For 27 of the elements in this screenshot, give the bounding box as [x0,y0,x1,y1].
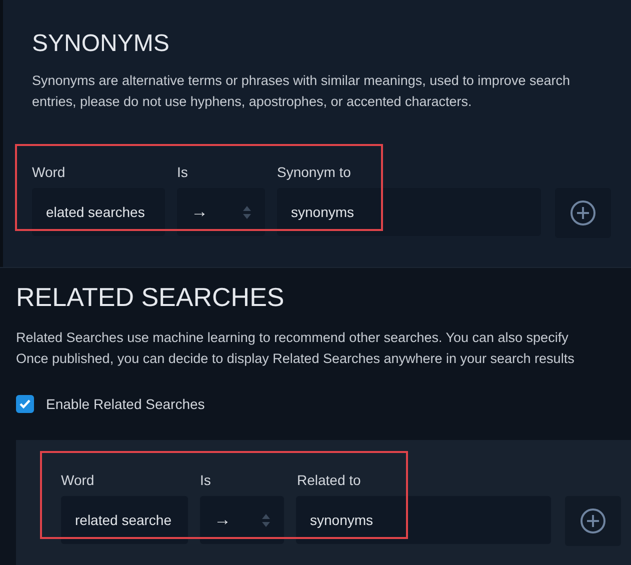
column-label: Is [177,164,189,182]
description-text: Once published, you can decide to display Related Searches anywhere in your search results [16,350,576,368]
column-label: Word [61,472,96,490]
description-text: entries, please do not use hyphens, apostrophes, or accented characters. [32,93,473,111]
checkbox[interactable] [16,395,34,413]
word-field[interactable]: related searche [61,496,188,544]
sort-arrows-icon [262,514,270,526]
target-field[interactable]: synonyms [296,496,551,544]
description-text: Synonyms are alternative terms or phrases with similar meanings, used to improve search [32,72,571,90]
section-title: RELATED SEARCHES [16,282,286,313]
plus-icon [570,200,596,226]
column-label: Is [200,472,212,490]
column-label: Synonym to [277,164,351,182]
add-button[interactable] [565,496,621,546]
description-text: Related Searches use machine learning to recommend other searches. You can also specify [16,329,570,347]
add-button[interactable] [555,188,611,238]
relation-select[interactable]: → [200,496,284,544]
checkbox-label: Enable Related Searches [46,396,205,412]
check-icon [19,399,31,409]
relation-select[interactable]: → [177,188,265,236]
column-label: Related to [297,472,361,490]
word-field[interactable]: elated searches [32,188,165,236]
target-field[interactable]: synonyms [277,188,541,236]
plus-icon [580,508,606,534]
column-label: Word [32,164,66,182]
section-title: SYNONYMS [32,30,170,58]
sort-arrows-icon [243,206,251,218]
